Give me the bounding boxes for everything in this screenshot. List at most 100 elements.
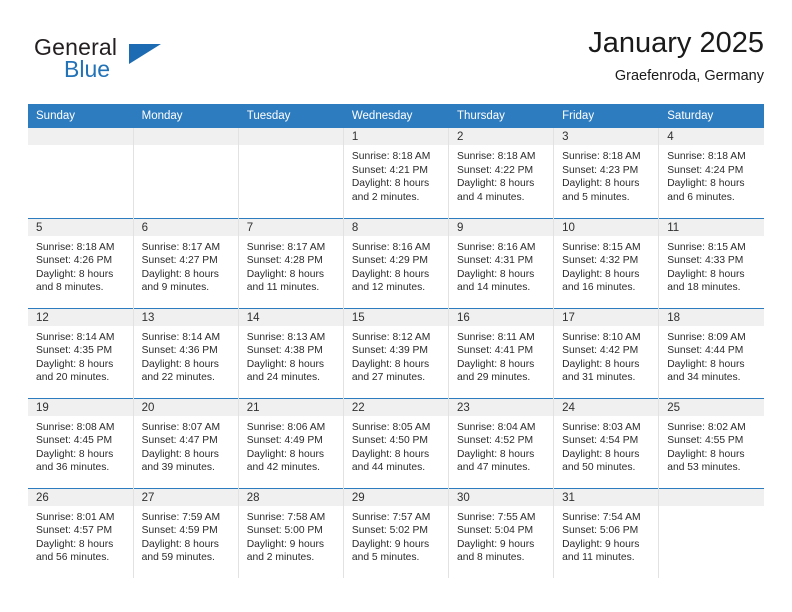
calendar-day-cell[interactable]: 4 Sunrise: 8:18 AM Sunset: 4:24 PM Daylight… [658,128,764,218]
calendar-day-cell[interactable]: 17 Sunrise: 8:10 AM Sunset: 4:42 PM Dayligh… [553,307,660,398]
day-details: Sunrise: 7:55 AM Sunset: 5:04 PM Daylight:… [449,506,553,565]
daylight-text-line1: Daylight: 9 hours [351,538,430,550]
daylight-text-line1: Daylight: 8 hours [141,448,219,460]
day-number [238,128,343,145]
sunrise-text: Sunrise: 8:17 AM [246,241,326,253]
daylight-text-line2: and 20 minutes. [36,372,110,384]
daylight-text-line2: and 39 minutes. [141,462,215,474]
daylight-text-line2: and 4 minutes. [457,191,525,203]
day-number: 11 [659,218,764,236]
sunrise-text: Sunrise: 8:18 AM [562,151,641,162]
calendar-day-cell[interactable]: 25 Sunrise: 8:02 AM Sunset: 4:55 PM Dayligh… [658,397,764,488]
calendar-day-cell[interactable]: 21 Sunrise: 8:06 AM Sunset: 4:49 PM Dayligh… [238,397,344,488]
daylight-text-line1: Daylight: 8 hours [141,268,219,280]
calendar-day-cell[interactable]: 12 Sunrise: 8:14 AM Sunset: 4:35 PM Dayligh… [28,307,134,398]
calendar-day-cell[interactable]: 30 Sunrise: 7:55 AM Sunset: 5:04 PM Dayligh… [448,487,555,578]
calendar-week-row: 19 Sunrise: 8:08 AM Sunset: 4:45 PM Dayligh… [28,397,764,488]
calendar-day-cell[interactable]: 3 Sunrise: 8:18 AM Sunset: 4:23 PM Daylight… [553,128,660,218]
calendar-day-cell[interactable]: 13 Sunrise: 8:14 AM Sunset: 4:36 PM Dayligh… [133,307,239,398]
sunset-text: Sunset: 4:29 PM [351,255,429,267]
daylight-text-line1: Daylight: 9 hours [246,538,325,550]
sunrise-text: Sunrise: 7:55 AM [457,511,536,523]
daylight-text-line2: and 59 minutes. [141,552,215,564]
day-details: Sunrise: 8:03 AM Sunset: 4:54 PM Daylight:… [554,416,658,475]
daylight-text-line1: Daylight: 8 hours [246,268,325,280]
calendar-day-cell[interactable]: 22 Sunrise: 8:05 AM Sunset: 4:50 PM Dayligh… [343,397,450,488]
day-details: Sunrise: 8:18 AM Sunset: 4:22 PM Daylight:… [449,145,553,204]
weekday-header-tuesday: Tuesday [238,104,344,128]
daylight-text-line2: and 44 minutes. [351,462,426,474]
calendar-day-cell[interactable]: 31 Sunrise: 7:54 AM Sunset: 5:06 PM Dayligh… [553,487,660,578]
weekday-header-wednesday: Wednesday [343,104,450,128]
daylight-text-line2: and 12 minutes. [351,282,426,294]
daylight-text-line2: and 22 minutes. [141,372,215,384]
calendar-day-cell[interactable]: 7 Sunrise: 8:17 AM Sunset: 4:28 PM Daylight… [238,217,344,308]
day-details: Sunrise: 8:17 AM Sunset: 4:28 PM Daylight:… [239,236,343,295]
brand-logo[interactable]: General Blue [34,34,254,90]
day-number: 17 [554,308,659,326]
sunrise-text: Sunrise: 7:57 AM [351,511,431,523]
calendar-day-cell[interactable]: 16 Sunrise: 8:11 AM Sunset: 4:41 PM Dayligh… [448,307,555,398]
calendar-day-cell-empty [28,128,134,218]
calendar-day-cell[interactable]: 27 Sunrise: 7:59 AM Sunset: 4:59 PM Dayligh… [133,487,239,578]
calendar-day-cell[interactable]: 24 Sunrise: 8:03 AM Sunset: 4:54 PM Dayligh… [553,397,660,488]
calendar-day-cell[interactable]: 15 Sunrise: 8:12 AM Sunset: 4:39 PM Dayligh… [343,307,450,398]
day-number: 16 [449,308,554,326]
calendar-day-cell[interactable]: 2 Sunrise: 8:18 AM Sunset: 4:22 PM Daylight… [448,128,555,218]
calendar-day-cell[interactable]: 23 Sunrise: 8:04 AM Sunset: 4:52 PM Dayligh… [448,397,555,488]
calendar-day-cell[interactable]: 10 Sunrise: 8:15 AM Sunset: 4:32 PM Dayligh… [553,217,660,308]
sunset-text: Sunset: 4:28 PM [246,255,323,267]
daylight-text-line1: Daylight: 8 hours [562,178,640,190]
day-details: Sunrise: 8:02 AM Sunset: 4:55 PM Daylight:… [659,416,764,475]
day-number: 21 [238,398,343,416]
daylight-text-line1: Daylight: 8 hours [667,448,745,460]
sunset-text: Sunset: 4:52 PM [457,435,534,447]
sunrise-text: Sunrise: 8:11 AM [457,331,535,343]
daylight-text-line2: and 9 minutes. [141,282,210,294]
sunrise-text: Sunrise: 8:18 AM [351,151,431,162]
sunset-text: Sunset: 4:23 PM [562,164,639,176]
sunset-text: Sunset: 4:44 PM [667,345,744,357]
weekday-header-thursday: Thursday [448,104,555,128]
day-number: 30 [449,488,554,506]
sunset-text: Sunset: 4:47 PM [141,435,218,447]
calendar-day-cell[interactable]: 6 Sunrise: 8:17 AM Sunset: 4:27 PM Daylight… [133,217,239,308]
sunrise-text: Sunrise: 7:54 AM [562,511,641,523]
calendar-day-cell[interactable]: 14 Sunrise: 8:13 AM Sunset: 4:38 PM Dayligh… [238,307,344,398]
calendar-day-cell[interactable]: 9 Sunrise: 8:16 AM Sunset: 4:31 PM Daylight… [448,217,555,308]
day-details: Sunrise: 8:05 AM Sunset: 4:50 PM Daylight:… [344,416,448,475]
sunset-text: Sunset: 5:06 PM [562,525,639,537]
calendar-day-cell[interactable]: 11 Sunrise: 8:15 AM Sunset: 4:33 PM Dayligh… [658,217,764,308]
sunset-text: Sunset: 4:39 PM [351,345,429,357]
day-details: Sunrise: 7:57 AM Sunset: 5:02 PM Daylight:… [344,506,448,565]
day-number: 18 [659,308,764,326]
calendar-day-cell[interactable]: 8 Sunrise: 8:16 AM Sunset: 4:29 PM Daylight… [343,217,450,308]
sunrise-text: Sunrise: 8:14 AM [36,331,115,343]
sunset-text: Sunset: 4:32 PM [562,255,639,267]
sunrise-text: Sunrise: 8:03 AM [562,421,641,433]
daylight-text-line1: Daylight: 8 hours [351,448,430,460]
calendar-day-cell[interactable]: 19 Sunrise: 8:08 AM Sunset: 4:45 PM Dayligh… [28,397,134,488]
sunset-text: Sunset: 4:42 PM [562,345,639,357]
day-number: 29 [343,488,448,506]
daylight-text-line1: Daylight: 8 hours [562,358,640,370]
daylight-text-line1: Daylight: 8 hours [36,538,114,550]
calendar-day-cell[interactable]: 28 Sunrise: 7:58 AM Sunset: 5:00 PM Dayligh… [238,487,344,578]
calendar-day-cell[interactable]: 1 Sunrise: 8:18 AM Sunset: 4:21 PM Daylight… [343,128,450,218]
day-details: Sunrise: 8:08 AM Sunset: 4:45 PM Daylight:… [28,416,133,475]
daylight-text-line2: and 34 minutes. [667,372,741,384]
calendar-day-cell[interactable]: 18 Sunrise: 8:09 AM Sunset: 4:44 PM Dayligh… [658,307,764,398]
calendar-day-cell[interactable]: 29 Sunrise: 7:57 AM Sunset: 5:02 PM Dayligh… [343,487,450,578]
day-number: 25 [659,398,764,416]
calendar-day-cell[interactable]: 26 Sunrise: 8:01 AM Sunset: 4:57 PM Dayligh… [28,487,134,578]
daylight-text-line1: Daylight: 9 hours [562,538,640,550]
calendar-day-cell[interactable]: 20 Sunrise: 8:07 AM Sunset: 4:47 PM Dayligh… [133,397,239,488]
sunrise-text: Sunrise: 8:01 AM [36,511,115,523]
calendar-page: General Blue January 2025 Graefenroda, G… [0,0,792,612]
day-number: 31 [554,488,659,506]
sunset-text: Sunset: 4:45 PM [36,435,113,447]
day-details: Sunrise: 8:18 AM Sunset: 4:24 PM Daylight:… [659,145,764,204]
sunset-text: Sunset: 4:27 PM [141,255,218,267]
calendar-day-cell[interactable]: 5 Sunrise: 8:18 AM Sunset: 4:26 PM Daylight… [28,217,134,308]
day-number: 9 [449,218,554,236]
